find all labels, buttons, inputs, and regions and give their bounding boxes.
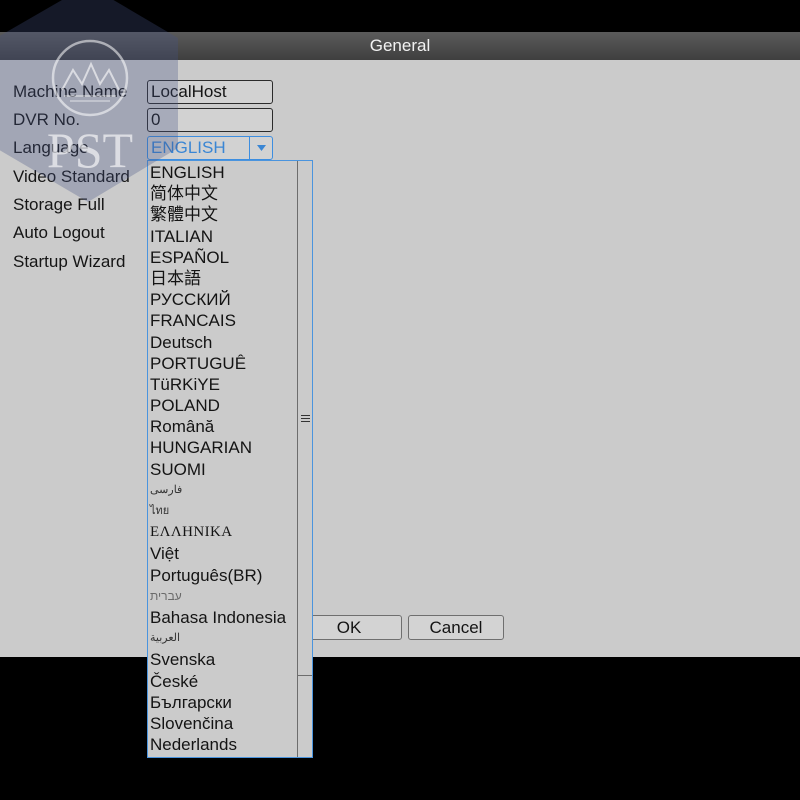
language-option-portuguese[interactable]: PORTUGUÊ	[148, 353, 297, 374]
language-option-swedish[interactable]: Svenska	[148, 649, 297, 670]
dropdown-scrollbar[interactable]	[297, 161, 312, 757]
storage-full-label: Storage Full	[13, 195, 105, 214]
language-dropdown-list[interactable]: ENGLISH 简体中文 繁體中文 ITALIAN ESPAÑOL 日本語 РУ…	[147, 160, 313, 758]
language-option-hebrew[interactable]: עברית	[148, 586, 297, 607]
machine-name-label: Machine Name	[13, 82, 128, 101]
language-option-french[interactable]: FRANCAIS	[148, 310, 297, 331]
language-option-vietnamese[interactable]: Việt	[148, 543, 297, 564]
language-option-hungarian[interactable]: HUNGARIAN	[148, 437, 297, 458]
settings-panel	[0, 60, 800, 657]
window-title: General	[369, 36, 431, 55]
language-option-spanish[interactable]: ESPAÑOL	[148, 247, 297, 268]
language-option-romanian[interactable]: Română	[148, 416, 297, 437]
language-option-dutch[interactable]: Nederlands	[148, 734, 297, 755]
language-option-polish[interactable]: POLAND	[148, 395, 297, 416]
language-option-czech[interactable]: České	[148, 671, 297, 692]
video-standard-label: Video Standard	[13, 167, 130, 186]
language-option-greek[interactable]: ΕΛΛΗΝΙΚΑ	[148, 522, 297, 543]
language-option-finnish[interactable]: SUOMI	[148, 459, 297, 480]
cancel-button[interactable]: Cancel	[408, 615, 504, 640]
language-option-arabic[interactable]: العربية	[148, 628, 297, 649]
language-option-italian[interactable]: ITALIAN	[148, 226, 297, 247]
language-option-turkish[interactable]: TüRKiYE	[148, 374, 297, 395]
grip-lines-icon	[300, 414, 310, 422]
language-option-simplified-chinese[interactable]: 简体中文	[148, 183, 297, 204]
scrollbar-thumb[interactable]	[298, 161, 312, 676]
language-select-value: ENGLISH	[151, 138, 226, 157]
language-option-traditional-chinese[interactable]: 繁體中文	[148, 204, 297, 225]
chevron-down-icon	[256, 145, 266, 151]
language-label: Language	[13, 138, 89, 157]
language-option-english[interactable]: ENGLISH	[148, 162, 297, 183]
language-option-russian[interactable]: РУССКИЙ	[148, 289, 297, 310]
language-options: ENGLISH 简体中文 繁體中文 ITALIAN ESPAÑOL 日本語 РУ…	[148, 162, 297, 755]
window-title-bar: General	[0, 32, 800, 60]
dvr-no-input[interactable]	[147, 108, 273, 132]
dvr-no-label: DVR No.	[13, 110, 81, 129]
language-option-portuguese-br[interactable]: Português(BR)	[148, 565, 297, 586]
language-option-thai[interactable]: ไทย	[148, 501, 297, 522]
startup-wizard-label: Startup Wizard	[13, 252, 126, 271]
auto-logout-label: Auto Logout	[13, 223, 105, 242]
language-option-persian[interactable]: فارسی	[148, 480, 297, 501]
language-option-bulgarian[interactable]: Български	[148, 692, 297, 713]
language-dropdown-toggle[interactable]	[249, 137, 272, 159]
language-option-japanese[interactable]: 日本語	[148, 268, 297, 289]
machine-name-input[interactable]	[147, 80, 273, 104]
language-option-german[interactable]: Deutsch	[148, 332, 297, 353]
language-select[interactable]: ENGLISH	[147, 136, 273, 160]
language-option-indonesian[interactable]: Bahasa Indonesia	[148, 607, 297, 628]
language-option-slovak[interactable]: Slovenčina	[148, 713, 297, 734]
